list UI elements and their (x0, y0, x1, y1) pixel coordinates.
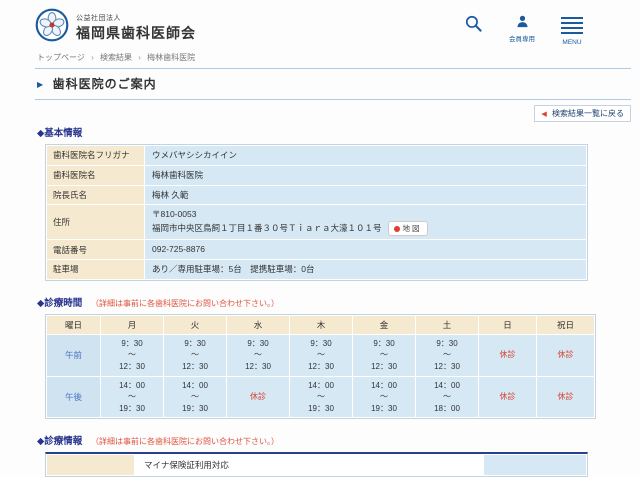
column-header: 木 (290, 316, 352, 334)
field-label: 電話番号 (47, 240, 144, 259)
hours-cell: 14：00 ～ 18：00 (416, 377, 478, 418)
field-value: 092-725-8876 (145, 240, 586, 259)
hours-cell: 9：30 ～ 12：30 (101, 335, 163, 376)
hours-cell: 休診 (537, 335, 594, 376)
column-header: 水 (227, 316, 289, 334)
services-heading: ◆診療情報 （詳細は事前に各歯科医院にお問い合わせ下さい。） (37, 433, 631, 447)
site-header: 公益社団法人 福岡県歯科医師会 (35, 0, 631, 49)
map-button-label: 地図 (403, 223, 422, 234)
org-name: 福岡県歯科医師会 (76, 23, 196, 43)
hours-cell: 9：30 ～ 12：30 (353, 335, 415, 376)
column-header: 月 (101, 316, 163, 334)
column-header: 曜日 (47, 316, 100, 334)
hours-cell: 9：30 ～ 12：30 (290, 335, 352, 376)
brand[interactable]: 公益社団法人 福岡県歯科医師会 (35, 8, 196, 47)
service-item: マイナ保険証利用対応 (135, 455, 483, 475)
org-type: 公益社団法人 (76, 13, 196, 23)
field-label: 歯科医院名フリガナ (47, 146, 144, 165)
page: 公益社団法人 福岡県歯科医師会 (35, 0, 631, 477)
back-link-row: ◀ 検索結果一覧に戻る (35, 103, 631, 119)
breadcrumb-home[interactable]: トップページ (37, 53, 85, 62)
column-header: 火 (164, 316, 226, 334)
field-label: 駐車場 (47, 260, 144, 279)
hours-cell: 14：00 ～ 19：30 (101, 377, 163, 418)
column-header: 金 (353, 316, 415, 334)
table-row: 住所 〒810-0053 福岡市中央区鳥飼１丁目１番３０号Ｔｉａｒａ大濠１０１号… (47, 205, 586, 239)
hours-cell: 休診 (227, 377, 289, 418)
services-heading-text: ◆診療情報 (37, 436, 82, 447)
breadcrumb: トップページ › 検索結果 › 梅林歯科医院 (37, 52, 631, 63)
table-row: 歯科医院名 梅林歯科医院 (47, 166, 586, 185)
hours-heading-text: ◆診療時間 (37, 298, 82, 309)
hours-cell: 14：00 ～ 19：30 (290, 377, 352, 418)
postal-code: 〒810-0053 (152, 208, 579, 221)
page-title-bar: ▶ 歯科医院のご案内 (35, 68, 631, 100)
field-label: 歯科医院名 (47, 166, 144, 185)
hamburger-icon (561, 14, 583, 37)
breadcrumb-separator: › (91, 53, 94, 62)
column-header: 祝日 (537, 316, 594, 334)
hours-cell: 9：30 ～ 12：30 (416, 335, 478, 376)
breadcrumb-search-results[interactable]: 検索結果 (100, 53, 132, 62)
basic-info-table: 歯科医院名フリガナ ウメバヤシシカイイン 歯科医院名 梅林歯科医院 院長氏名 梅… (45, 144, 588, 281)
column-header: 日 (479, 316, 536, 334)
person-icon (515, 14, 530, 31)
service-label (47, 455, 134, 475)
hours-note: （詳細は事前に各歯科医院にお問い合わせ下さい。） (91, 299, 279, 308)
header-actions: 会員専用 MENU (464, 10, 583, 46)
hours-cell: 休診 (479, 377, 536, 418)
hours-cell: 9：30 ～ 12：30 (164, 335, 226, 376)
hours-row-label: 午後 (47, 377, 100, 418)
address-text: 福岡市中央区鳥飼１丁目１番３０号Ｔｉａｒａ大濠１０１号 (152, 222, 382, 235)
breadcrumb-separator: › (138, 53, 141, 62)
field-value: 梅林 久範 (145, 186, 586, 205)
table-row: マイナ保険証利用対応 (47, 455, 586, 475)
field-value: ウメバヤシシカイイン (145, 146, 586, 165)
breadcrumb-current: 梅林歯科医院 (147, 53, 195, 62)
search-button[interactable] (464, 14, 483, 35)
hours-cell: 14：00 ～ 19：30 (164, 377, 226, 418)
table-row: 駐車場 あり／専用駐車場：5台 提携駐車場：0台 (47, 260, 586, 279)
hours-heading: ◆診療時間 （詳細は事前に各歯科医院にお問い合わせ下さい。） (37, 295, 631, 309)
menu-label: MENU (562, 39, 581, 46)
table-row: 歯科医院名フリガナ ウメバヤシシカイイン (47, 146, 586, 165)
table-row: 院長氏名 梅林 久範 (47, 186, 586, 205)
field-value: 梅林歯科医院 (145, 166, 586, 185)
hours-cell: 休診 (537, 377, 594, 418)
service-status (484, 455, 586, 475)
members-only-label: 会員専用 (509, 33, 535, 43)
field-label: 院長氏名 (47, 186, 144, 205)
back-arrow-icon: ◀ (541, 111, 546, 118)
map-button[interactable]: 地図 (388, 221, 428, 236)
table-row: 電話番号 092-725-8876 (47, 240, 586, 259)
members-only-button[interactable]: 会員専用 (509, 14, 535, 43)
hours-cell: 14：00 ～ 19：30 (353, 377, 415, 418)
hours-cell: 9：30 ～ 12：30 (227, 335, 289, 376)
org-titles: 公益社団法人 福岡県歯科医師会 (76, 13, 196, 43)
column-header: 土 (416, 316, 478, 334)
services-note: （詳細は事前に各歯科医院にお問い合わせ下さい。） (91, 437, 279, 446)
page-title: 歯科医院のご案内 (53, 77, 157, 91)
hours-cell: 休診 (479, 335, 536, 376)
hours-pm-row: 午後 14：00 ～ 19：30 14：00 ～ 19：30 休診 14：00 … (47, 377, 594, 418)
field-label: 住所 (47, 205, 144, 239)
title-arrow-icon: ▶ (37, 80, 43, 89)
org-logo-icon (35, 8, 69, 47)
back-to-results-link[interactable]: ◀ 検索結果一覧に戻る (534, 105, 631, 122)
services-table: マイナ保険証利用対応 (45, 452, 588, 477)
hours-row-label: 午前 (47, 335, 100, 376)
field-value: あり／専用駐車場：5台 提携駐車場：0台 (145, 260, 586, 279)
hours-header-row: 曜日 月 火 水 木 金 土 日 祝日 (47, 316, 594, 334)
hours-am-row: 午前 9：30 ～ 12：30 9：30 ～ 12：30 9：30 ～ 12：3… (47, 335, 594, 376)
field-value: 〒810-0053 福岡市中央区鳥飼１丁目１番３０号Ｔｉａｒａ大濠１０１号 地図 (145, 205, 586, 239)
menu-button[interactable]: MENU (561, 14, 583, 46)
basic-info-heading: ◆基本情報 (37, 125, 631, 139)
hours-table: 曜日 月 火 水 木 金 土 日 祝日 午前 9：30 ～ 12：30 9：30… (45, 314, 596, 420)
search-icon (464, 14, 483, 35)
map-pin-icon (394, 226, 400, 232)
back-link-label: 検索結果一覧に戻る (552, 109, 624, 118)
